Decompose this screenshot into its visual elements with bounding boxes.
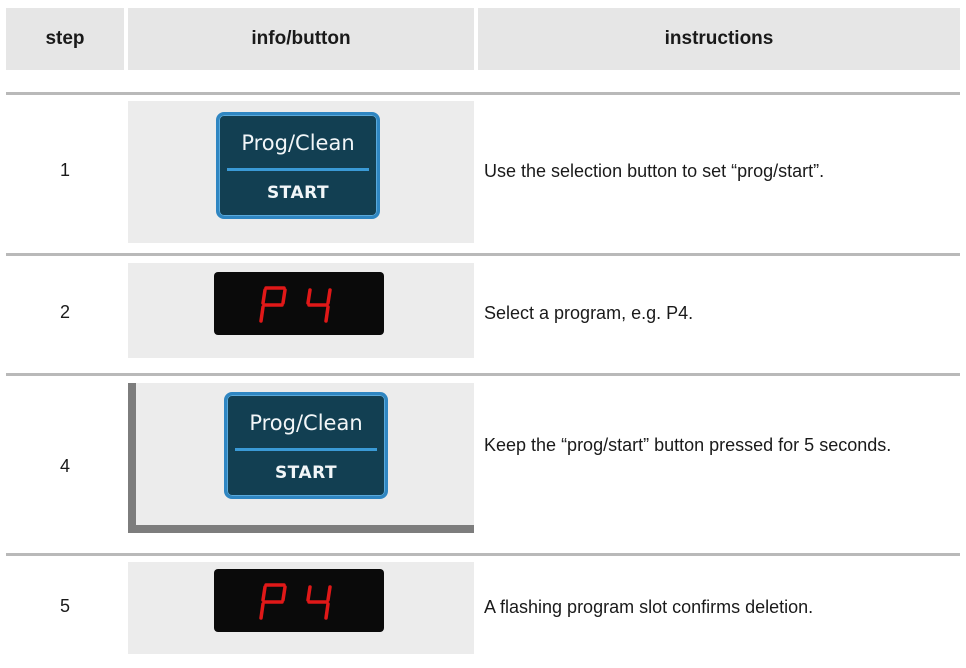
instruction-text: A flashing program slot confirms deletio…: [484, 597, 814, 617]
row-separator: [6, 253, 960, 256]
button-divider-line: [235, 448, 377, 451]
button-divider-line: [227, 168, 369, 171]
prog-clean-start-button-icon: Prog/Clean START: [224, 392, 388, 499]
instruction-text: Keep the “prog/start” button pressed for…: [484, 435, 892, 455]
button-label-top: Prog/Clean: [249, 411, 363, 435]
step-number: 5: [59, 596, 70, 616]
row-separator: [6, 92, 960, 95]
step-number: 2: [59, 302, 70, 322]
step-number: 1: [59, 160, 70, 180]
p4-led-display-icon: [214, 569, 384, 632]
step-number: 4: [59, 456, 70, 476]
button-label-top: Prog/Clean: [241, 131, 355, 155]
header-info-button: info/button: [251, 28, 351, 49]
prog-clean-start-button-icon: Prog/Clean START: [216, 112, 380, 219]
row-separator: [6, 373, 960, 376]
button-label-bottom: START: [274, 463, 338, 483]
table-header: step info/button instructions: [6, 8, 960, 70]
header-step: step: [45, 28, 85, 49]
instruction-text: Use the selection button to set “prog/st…: [484, 161, 825, 181]
header-instructions: instructions: [664, 28, 774, 49]
pressed-frame-bottom: [128, 525, 474, 533]
row-separator: [6, 553, 960, 556]
pressed-frame-left: [128, 383, 136, 533]
button-label-bottom: START: [266, 183, 330, 203]
instruction-text: Select a program, e.g. P4.: [484, 303, 694, 323]
p4-led-display-icon: [214, 272, 384, 335]
